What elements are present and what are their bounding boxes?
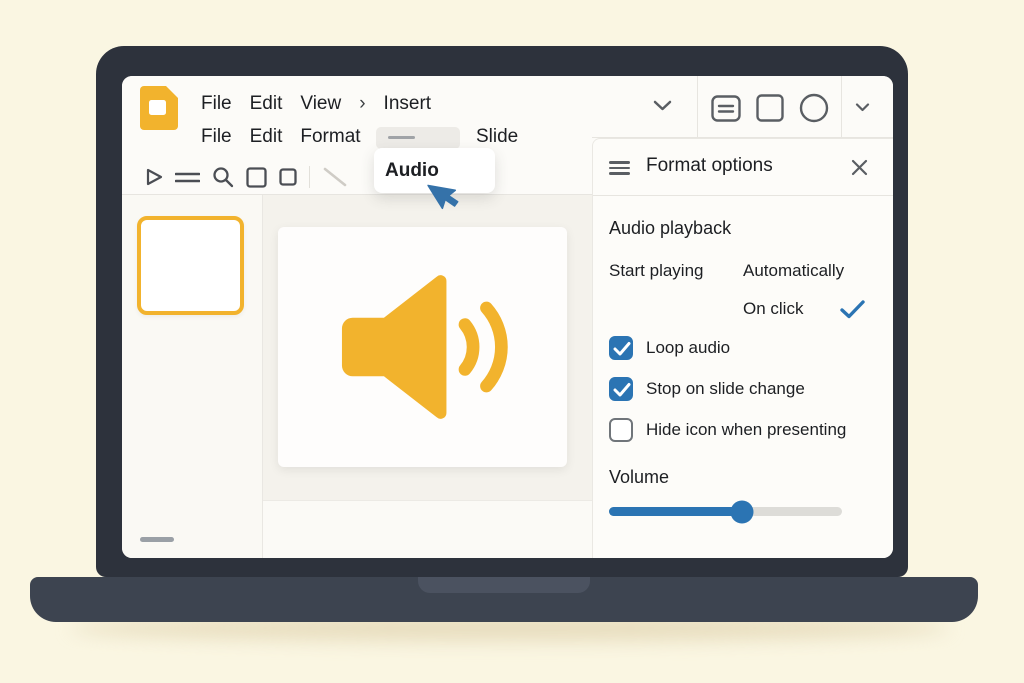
audio-speaker-icon[interactable] (325, 264, 521, 430)
current-slide[interactable] (278, 227, 567, 467)
toolbar (146, 162, 348, 192)
filmstrip-handle (140, 537, 174, 542)
chevron-down-small-icon[interactable] (855, 103, 870, 112)
header-shape-icons (711, 93, 829, 123)
shape-circle-icon[interactable] (799, 93, 829, 123)
panel-title: Format options (646, 155, 773, 177)
slide-canvas (263, 195, 592, 500)
menu-edit[interactable]: Edit (250, 93, 283, 115)
canvas-lower-strip (263, 500, 592, 558)
slides-logo-icon (140, 86, 178, 130)
menu-edit-2[interactable]: Edit (250, 126, 283, 148)
menu-insert[interactable]: Insert (384, 93, 432, 115)
checkbox-loop-audio[interactable]: Loop audio (609, 336, 730, 360)
checkbox-label: Hide icon when presenting (646, 420, 846, 440)
menu-file[interactable]: File (201, 93, 232, 115)
header-divider (697, 76, 698, 137)
volume-slider[interactable] (609, 507, 842, 516)
checkbox-icon[interactable] (609, 377, 633, 401)
volume-label: Volume (609, 467, 669, 488)
shape-square-icon[interactable] (756, 94, 784, 122)
menu-view[interactable]: View (300, 93, 341, 115)
menu-row-2: File Edit Format (201, 126, 361, 148)
slide-thumbnail-selected[interactable] (137, 216, 244, 315)
mouse-cursor-icon (427, 176, 467, 222)
start-playing-label: Start playing (609, 261, 704, 281)
zoom-icon[interactable] (212, 166, 234, 188)
line-tool-icon[interactable] (322, 166, 348, 188)
app-window: File Edit View › Insert File Edit Format… (122, 76, 893, 558)
option-automatically[interactable]: Automatically (743, 261, 844, 281)
menu-slide[interactable]: Slide (476, 126, 518, 148)
laptop-base (30, 577, 978, 622)
undo-redo-icon[interactable] (175, 170, 200, 184)
header-divider-2 (841, 76, 842, 137)
dash-icon (388, 136, 415, 139)
slide-filmstrip (122, 195, 263, 558)
section-audio-playback: Audio playback (609, 218, 731, 239)
illustration-stage: File Edit View › Insert File Edit Format… (0, 0, 1024, 683)
volume-slider-fill (609, 507, 742, 516)
checkbox-label: Stop on slide change (646, 379, 805, 399)
laptop-notch (418, 577, 590, 593)
menu-icon[interactable] (609, 161, 630, 175)
menu-file-2[interactable]: File (201, 126, 232, 148)
shape-rect-small-icon[interactable] (279, 168, 297, 186)
checkbox-stop-on-slide-change[interactable]: Stop on slide change (609, 377, 805, 401)
present-icon[interactable] (146, 168, 163, 186)
option-on-click[interactable]: On click (743, 299, 803, 319)
volume-slider-thumb[interactable] (730, 500, 753, 523)
panel-header: Format options (593, 139, 893, 196)
menu-insert-highlighted[interactable] (376, 127, 460, 149)
chevron-down-icon[interactable] (653, 100, 672, 111)
checkbox-label: Loop audio (646, 338, 730, 358)
checkbox-icon[interactable] (609, 336, 633, 360)
menu-row-1: File Edit View › Insert (201, 93, 431, 115)
shape-rect-large-icon[interactable] (246, 167, 267, 188)
selected-check-icon (840, 300, 865, 319)
menu-format[interactable]: Format (300, 126, 360, 148)
checkbox-icon[interactable] (609, 418, 633, 442)
layout-card-icon[interactable] (711, 95, 741, 122)
format-options-panel: Format options Audio playback Start play… (592, 138, 893, 558)
menu-chevron-right-icon: › (359, 93, 365, 115)
checkbox-hide-icon-when-presenting[interactable]: Hide icon when presenting (609, 418, 846, 442)
close-icon[interactable] (851, 159, 868, 176)
toolbar-divider (309, 166, 310, 188)
